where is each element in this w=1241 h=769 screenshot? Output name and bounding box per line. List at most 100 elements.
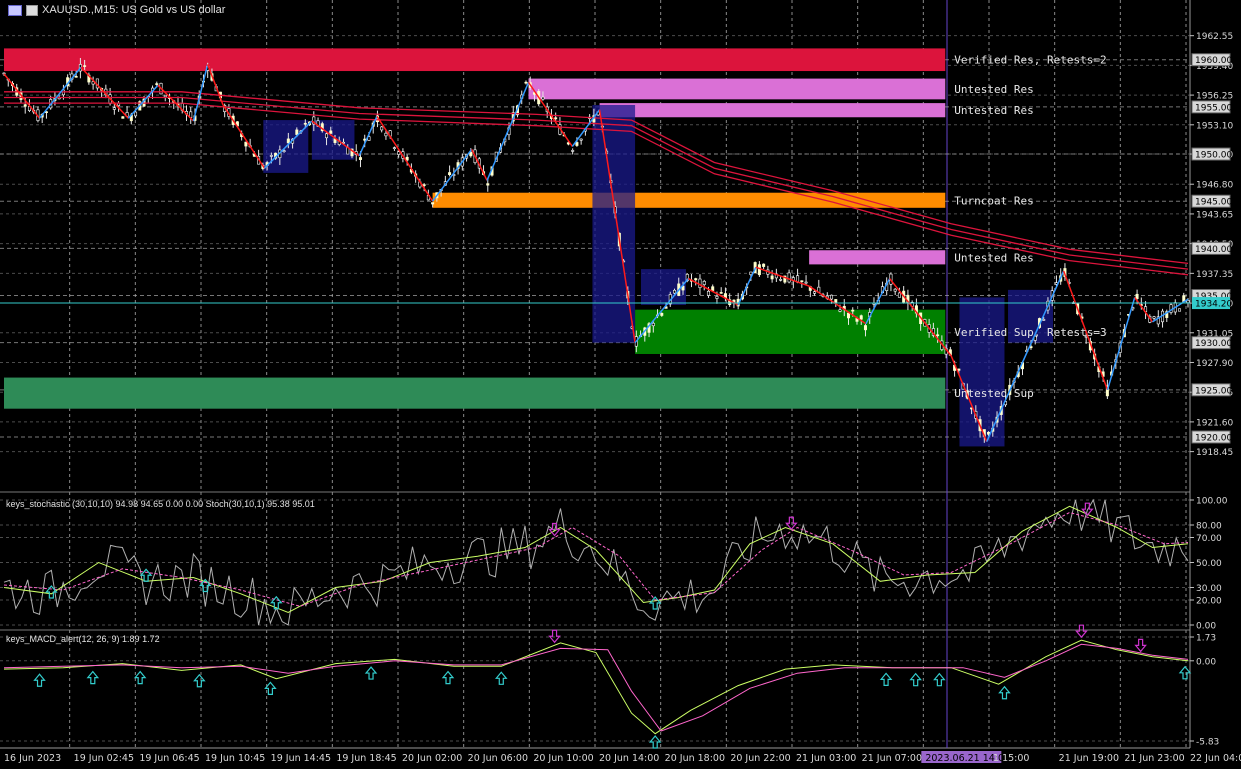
macd-buy-arrow: [879, 672, 893, 687]
macd-buy-arrow: [441, 670, 455, 685]
zigzag-segment: [376, 115, 434, 202]
zigzag-segment: [688, 277, 739, 306]
zigzag-segment: [3, 73, 41, 119]
value-tick-label: 1918.45: [1196, 448, 1233, 458]
candle-body: [575, 142, 579, 146]
time-tick-label: 20 Jun 06:00: [468, 753, 528, 764]
sr-zone-label: Untested Sup: [954, 387, 1033, 400]
candle-body: [405, 156, 409, 161]
value-tick-label: 80.00: [1196, 522, 1222, 532]
macd-sell-arrow: [1134, 638, 1147, 653]
time-tick-label: 20 Jun 02:00: [402, 753, 462, 764]
sr-zone: [635, 309, 946, 354]
time-tick-label: 19 Jun 02:45: [74, 753, 134, 764]
level-label: 1940.00: [1195, 245, 1232, 255]
zigzag-segment: [38, 66, 82, 119]
candle-body: [286, 138, 290, 144]
candle-body: [863, 325, 867, 331]
value-tick-label: 1927.90: [1196, 359, 1233, 369]
time-tick-label: 21 Jun 03:00: [796, 753, 856, 764]
candle-body: [1135, 293, 1139, 299]
candle-body: [897, 292, 901, 298]
sr-zone: [809, 250, 946, 265]
time-tick-label: 21 Jun 07:00: [862, 753, 922, 764]
candle-body: [282, 150, 286, 152]
value-tick-label: -5.83: [1196, 738, 1219, 748]
macd-buy-arrow: [86, 670, 100, 685]
value-tick-label: 1962.55: [1196, 32, 1233, 42]
macd-sell-arrow: [548, 629, 561, 644]
candle-body: [813, 291, 817, 294]
time-tick-label: 19 Jun 10:45: [205, 753, 265, 764]
zigzag-segment: [222, 104, 266, 169]
candle-body: [325, 133, 329, 139]
value-tick-label: 20.00: [1196, 597, 1222, 607]
candle-body: [847, 312, 851, 319]
sr-zone: [4, 48, 946, 72]
candle-body: [392, 147, 396, 149]
zigzag-segment: [80, 66, 129, 119]
candle-body: [397, 151, 401, 155]
current-price-label: 1934.20: [1195, 300, 1232, 310]
candle-body: [719, 292, 723, 294]
candle-body: [524, 81, 528, 84]
candle-body: [851, 309, 855, 312]
candle-body: [715, 296, 719, 299]
sr-zone: [528, 78, 946, 100]
candle-body: [804, 281, 808, 284]
candle-body: [1042, 319, 1046, 321]
candle-body: [23, 104, 27, 107]
candle-body: [838, 309, 842, 312]
consolidation-box: [959, 297, 1005, 447]
candle-body: [651, 322, 655, 327]
candle-body: [694, 278, 698, 281]
candle-body: [163, 94, 167, 98]
macd-buy-arrow: [909, 672, 922, 687]
macd-buy-arrow: [33, 673, 46, 687]
time-tick-label: 20 Jun 10:00: [533, 753, 593, 764]
candle-body: [431, 202, 435, 205]
chart-grid-icon[interactable]: [8, 4, 22, 16]
time-tick-label: 19 Jun 18:45: [336, 753, 396, 764]
time-tick-label: 20 Jun 22:00: [730, 753, 790, 764]
macd-buy-arrow: [364, 666, 378, 680]
value-tick-label: 100.00: [1196, 497, 1228, 507]
sr-zone: [4, 377, 946, 409]
candle-body: [770, 275, 774, 280]
value-tick-label: 1937.35: [1196, 270, 1233, 280]
time-tick-label: 1 15:00: [993, 753, 1029, 764]
window-title-bar: XAUUSD.,M15: US Gold vs US dollar: [8, 4, 225, 16]
value-tick-label: 1956.25: [1196, 92, 1233, 102]
macd-sell-arrow: [1075, 624, 1088, 639]
zigzag-segment: [486, 82, 530, 181]
level-label: 1960.00: [1195, 56, 1232, 66]
time-tick-label: 22 Jun 04:00: [1190, 753, 1241, 764]
macd-buy-arrow: [133, 670, 147, 685]
sr-zone-label: Verified Res, Retests=2: [954, 54, 1106, 67]
value-tick-label: 1921.60: [1196, 418, 1233, 428]
time-tick-label: 20 Jun 14:00: [599, 753, 659, 764]
candle-body: [121, 116, 125, 119]
chart-canvas: Verified Res, Retests=2 Untested Res Untes…: [0, 0, 1241, 764]
stoch-k-line: [3, 505, 1189, 614]
sr-zone-label: Verified Sup, Retests=3: [954, 326, 1106, 339]
candle-body: [936, 334, 940, 337]
level-label: 1925.00: [1195, 386, 1232, 396]
candle-body: [800, 280, 804, 283]
candle-body: [448, 172, 452, 176]
candle-body: [134, 111, 138, 117]
chart-save-icon[interactable]: [26, 4, 38, 16]
level-label: 1950.00: [1195, 151, 1232, 161]
level-label: 1930.00: [1195, 339, 1232, 349]
time-tick-label: 16 Jun 2023: [4, 753, 61, 764]
macd-buy-arrow: [933, 672, 946, 687]
sr-zone-label: Untested Res: [954, 251, 1033, 264]
macd-signal-line: [3, 643, 1189, 732]
stoch-panel-label: keys_stochastic (30,10,10) 94.98 94.65 0…: [6, 499, 315, 509]
candle-body: [757, 264, 761, 276]
candle-body: [486, 183, 490, 186]
value-tick-label: 1.73: [1196, 634, 1216, 644]
candle-body: [711, 286, 715, 291]
value-tick-label: 50.00: [1196, 559, 1222, 569]
macd-buy-arrow: [494, 671, 508, 685]
